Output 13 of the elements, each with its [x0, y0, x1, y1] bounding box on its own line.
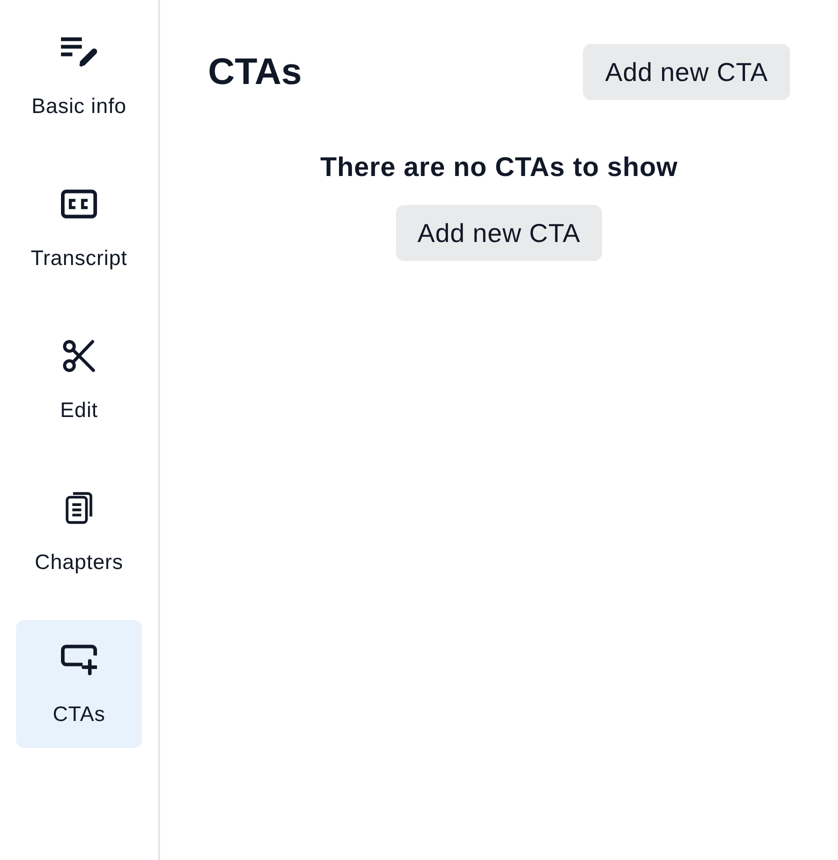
sidebar-tab[interactable]: CTAs: [16, 620, 142, 748]
lines-pencil-icon: [61, 36, 97, 68]
page-title: CTAs: [208, 51, 302, 93]
sidebar-tab[interactable]: Chapters: [16, 468, 142, 596]
empty-state-message: There are no CTAs to show: [320, 152, 678, 183]
sidebar-tab[interactable]: Basic info: [16, 12, 142, 140]
sidebar-tab[interactable]: Edit: [16, 316, 142, 444]
box-plus-icon: [61, 644, 97, 676]
scissors-icon: [61, 340, 97, 372]
sidebar-tab[interactable]: Transcript: [16, 164, 142, 292]
add-cta-button[interactable]: Add new CTA: [396, 205, 602, 261]
closed-captions-icon: [61, 188, 97, 220]
add-cta-button[interactable]: Add new CTA: [583, 44, 790, 100]
